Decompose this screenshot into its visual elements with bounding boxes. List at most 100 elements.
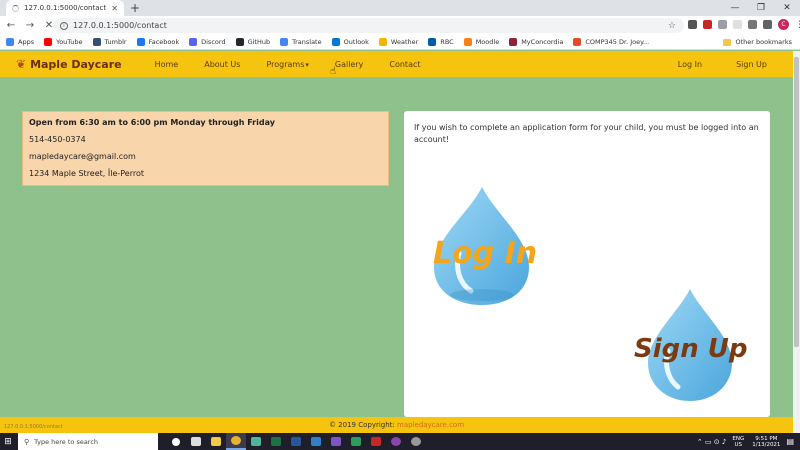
nav-contact[interactable]: Contact — [389, 60, 420, 69]
bookmark-item[interactable]: YouTube — [44, 38, 83, 46]
bookmark-favicon-icon — [428, 38, 437, 46]
other-bookmarks[interactable]: Other bookmarks — [723, 38, 792, 46]
street-address: 1234 Maple Street, Île-Perrot — [29, 169, 145, 178]
adblock-extension-icon[interactable] — [703, 20, 712, 29]
bookmark-item[interactable]: COMP345 Dr. Joey... — [573, 38, 649, 46]
scrollbar-thumb[interactable] — [794, 57, 799, 347]
app-green-icon[interactable] — [346, 433, 366, 450]
bookmark-favicon-icon — [136, 38, 145, 46]
footer-site-link[interactable]: mapledaycare.com — [397, 421, 464, 429]
profile-avatar[interactable]: C — [778, 19, 789, 30]
extension-icon[interactable] — [733, 20, 742, 29]
maximize-icon[interactable]: ❐ — [748, 0, 774, 16]
address-bar[interactable]: i 127.0.0.1:5000/contact ☆ — [54, 18, 684, 33]
bookmark-label: Translate — [292, 38, 322, 46]
excel-icon[interactable] — [266, 433, 286, 450]
bookmark-label: YouTube — [56, 38, 83, 46]
nav-home[interactable]: Home — [155, 60, 179, 69]
info-icon[interactable]: i — [60, 21, 68, 30]
visual-studio-icon[interactable] — [326, 433, 346, 450]
browser-tab[interactable]: 127.0.0.1:5000/contact ✕ — [6, 0, 124, 16]
app-purple-icon[interactable] — [386, 433, 406, 450]
bookmark-item[interactable]: Tumblr — [92, 38, 127, 46]
forward-icon[interactable]: → — [22, 20, 38, 31]
bookmark-favicon-icon — [573, 38, 582, 46]
login-drop-label: Log In — [433, 236, 538, 271]
media-control-icon[interactable] — [763, 20, 772, 29]
email-address: mapledaycare@gmail.com — [29, 152, 136, 161]
nav-gallery[interactable]: Gallery — [335, 60, 364, 69]
nav-about[interactable]: About Us — [204, 60, 240, 69]
bookmark-label: Tumblr — [104, 38, 127, 46]
close-tab-icon[interactable]: ✕ — [111, 4, 118, 13]
back-icon[interactable]: ← — [3, 20, 19, 31]
bookmark-item[interactable]: Weather — [378, 38, 418, 46]
site-brand[interactable]: ❦ Maple Daycare — [16, 57, 122, 71]
more-menu-icon[interactable]: ⋮ — [795, 20, 800, 30]
bookmark-favicon-icon — [509, 38, 518, 46]
bookmark-favicon-icon — [378, 38, 387, 46]
nav-account-links: Log In Sign Up — [644, 60, 767, 69]
bookmark-item[interactable]: Apps — [6, 38, 34, 46]
minimize-icon[interactable]: — — [722, 0, 748, 16]
tray-icons[interactable]: ⌃ ▭ ⊙ ♪ — [697, 438, 727, 446]
language-indicator[interactable]: ENG US — [732, 436, 744, 448]
login-drop-button[interactable]: Log In — [429, 183, 539, 313]
bookmark-favicon-icon — [463, 38, 472, 46]
bookmark-item[interactable]: RBC — [428, 38, 454, 46]
notification-icon[interactable]: ▤ — [786, 437, 794, 446]
mouse-pointer-icon: ☝ — [330, 66, 337, 77]
nav-signup[interactable]: Sign Up — [736, 60, 767, 69]
bookmark-label: RBC — [440, 38, 454, 46]
bookmark-label: MyConcordia — [521, 38, 564, 46]
address-url: 127.0.0.1:5000/contact — [73, 21, 167, 30]
site-footer: © 2019 Copyright: mapledaycare.com — [0, 417, 793, 433]
app-taskbar-icon[interactable] — [246, 433, 266, 450]
page-scrollbar[interactable] — [793, 51, 800, 433]
close-window-icon[interactable]: ✕ — [774, 0, 800, 16]
browser-tab-strip: 127.0.0.1:5000/contact ✕ + — ❐ ✕ — [0, 0, 800, 16]
address-row: ← → ✕ i 127.0.0.1:5000/contact ☆ — [0, 16, 800, 35]
bookmark-label: Apps — [18, 38, 35, 46]
bookmark-label: Moodle — [475, 38, 500, 46]
word-icon[interactable] — [286, 433, 306, 450]
taskbar-apps — [166, 433, 426, 450]
signup-drop-label: Sign Up — [634, 334, 748, 364]
bookmark-label: COMP345 Dr. Joey... — [585, 38, 650, 46]
bookmark-favicon-icon — [331, 38, 340, 46]
nav-programs-dropdown[interactable]: Programs — [266, 60, 308, 69]
bookmark-item[interactable]: Outlook — [331, 38, 369, 46]
system-tray: ⌃ ▭ ⊙ ♪ ENG US 9:51 PM 1/13/2021 ▤ — [697, 433, 794, 450]
bookmark-item[interactable]: Moodle — [463, 38, 500, 46]
bookmark-item[interactable]: MyConcordia — [509, 38, 563, 46]
bookmark-favicon-icon — [189, 38, 198, 46]
bookmark-star-icon[interactable]: ☆ — [668, 21, 676, 31]
bookmark-item[interactable]: Translate — [280, 38, 322, 46]
system-clock[interactable]: 9:51 PM 1/13/2021 — [752, 436, 780, 448]
new-tab-icon[interactable]: + — [130, 1, 140, 15]
bookmark-item[interactable]: Facebook — [136, 38, 179, 46]
app-red-icon[interactable] — [366, 433, 386, 450]
folder-icon — [723, 38, 732, 46]
file-explorer-icon[interactable] — [206, 433, 226, 450]
bookmark-label: GitHub — [247, 38, 271, 46]
k-extension-icon[interactable] — [718, 20, 727, 29]
extension-icons: C ⋮ — [688, 19, 800, 30]
signup-drop-button[interactable]: Sign Up — [624, 285, 759, 405]
clock-date: 1/13/2021 — [752, 441, 781, 448]
cortana-icon[interactable] — [166, 433, 186, 450]
bookmark-item[interactable]: Discord — [189, 38, 226, 46]
bookmark-item[interactable]: GitHub — [235, 38, 271, 46]
browser-status-text: 127.0.0.1:5000/contact — [4, 424, 63, 430]
chrome-taskbar-icon[interactable] — [226, 433, 246, 450]
puzzle-extensions-icon[interactable] — [748, 20, 757, 29]
vscode-icon[interactable] — [306, 433, 326, 450]
loading-spinner-icon — [12, 4, 19, 12]
app-circle-icon[interactable] — [406, 433, 426, 450]
windows-start-icon[interactable]: ⊞ — [0, 437, 16, 447]
taskbar-search[interactable]: ⚲ Type here to search — [18, 433, 158, 450]
task-view-icon[interactable] — [186, 433, 206, 450]
shield-extension-icon[interactable] — [688, 20, 697, 29]
nav-login[interactable]: Log In — [678, 60, 702, 69]
lang-bottom: US — [734, 441, 743, 448]
